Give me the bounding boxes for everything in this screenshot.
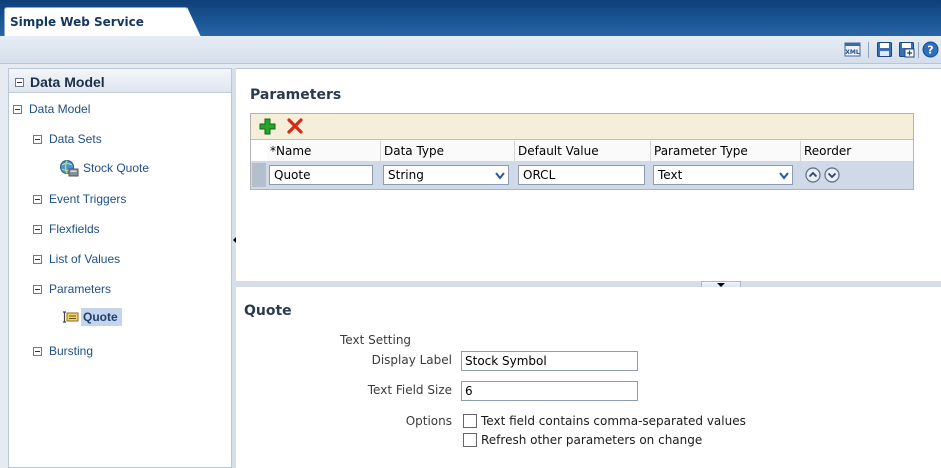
help-icon[interactable]: ? (922, 41, 939, 58)
collapse-icon[interactable] (15, 77, 24, 87)
toolbar-separator (868, 42, 869, 58)
xml-icon[interactable]: XML (844, 41, 861, 58)
comma-separated-checkbox[interactable] (463, 414, 477, 428)
tree-item-label: Flexfields (49, 222, 100, 236)
tree-item-bursting[interactable]: Bursting (33, 344, 93, 358)
text-setting-label: Text Setting (340, 333, 412, 347)
tree-item-data-sets[interactable]: Data Sets (33, 132, 102, 146)
chevron-down-icon (495, 172, 505, 180)
parameters-table: *Name Data Type Default Value Parameter … (250, 113, 914, 190)
collapse-icon[interactable] (33, 254, 42, 264)
tree-item-label: Data Model (29, 102, 91, 116)
refresh-parameters-label: Refresh other parameters on change (481, 433, 703, 447)
tree-item-label: Bursting (49, 344, 94, 358)
collapse-icon[interactable] (33, 134, 42, 144)
text-field-size-label: Text Field Size (367, 383, 452, 397)
move-up-icon[interactable] (805, 167, 821, 183)
collapse-icon[interactable] (33, 224, 42, 234)
add-icon[interactable] (259, 118, 276, 135)
default-value-input[interactable]: ORCL (518, 165, 645, 185)
data-model-panel-header[interactable]: Data Model (9, 69, 231, 93)
parameters-table-toolbar (251, 114, 913, 140)
text-parameter-icon (63, 311, 79, 323)
data-model-panel: Data Model Data Model Data Sets Stock Qu… (8, 68, 232, 468)
parameter-detail-panel: Quote Text Setting Display Label Stock S… (236, 287, 941, 468)
tree-item-label: Event Triggers (49, 192, 127, 206)
detail-title: Quote (244, 303, 292, 319)
toolbar-separator (918, 42, 919, 58)
parameters-title: Parameters (250, 87, 342, 103)
column-header-default-value[interactable]: Default Value (515, 141, 651, 161)
row-handle[interactable] (252, 163, 266, 187)
options-label: Options (405, 414, 452, 428)
refresh-parameters-checkbox[interactable] (463, 433, 477, 447)
tree-item-data-model[interactable]: Data Model (13, 102, 90, 116)
main-toolbar: XML ? (0, 36, 941, 64)
column-header-name[interactable]: *Name (267, 141, 381, 161)
comma-separated-label: Text field contains comma-separated valu… (481, 414, 746, 428)
delete-icon[interactable] (287, 118, 303, 134)
column-header-parameter-type[interactable]: Parameter Type (651, 141, 801, 161)
tree-item-event-triggers[interactable]: Event Triggers (33, 192, 126, 206)
display-label-label: Display Label (371, 353, 452, 367)
tree-item-label: List of Values (49, 252, 121, 266)
panel-header-label: Data Model (30, 74, 105, 90)
chevron-down-icon (779, 172, 789, 180)
save-icon[interactable] (876, 41, 893, 58)
parameter-name-input[interactable]: Quote (269, 165, 373, 185)
tab-label: Simple Web Service (10, 15, 144, 29)
svg-text:?: ? (927, 44, 933, 57)
text-field-size-input[interactable]: 6 (461, 381, 638, 401)
svg-text:XML: XML (845, 49, 860, 56)
title-bar: Simple Web Service (0, 0, 941, 37)
collapse-icon[interactable] (33, 346, 42, 356)
tree-item-list-of-values[interactable]: List of Values (33, 252, 120, 266)
data-type-select[interactable]: String (383, 165, 509, 185)
tree-item-label: Data Sets (49, 132, 102, 146)
column-header-reorder[interactable]: Reorder (801, 141, 913, 161)
tree-item-label-selected: Quote (81, 308, 122, 326)
collapse-icon[interactable] (13, 104, 22, 114)
tree-item-label: Parameters (49, 282, 112, 296)
collapse-icon[interactable] (33, 194, 42, 204)
tree-item-stock-quote[interactable]: Stock Quote (59, 159, 149, 177)
tree-item-quote[interactable]: Quote (61, 308, 122, 326)
web-service-icon (60, 160, 79, 177)
parameters-panel: Parameters *Name Data Type Default Value… (236, 68, 941, 281)
move-down-icon[interactable] (824, 167, 840, 183)
parameter-type-select[interactable]: Text (653, 165, 793, 185)
collapse-icon[interactable] (33, 284, 42, 294)
tree-item-flexfields[interactable]: Flexfields (33, 222, 100, 236)
tree-item-label: Stock Quote (83, 161, 150, 175)
save-as-icon[interactable] (898, 41, 915, 58)
column-header-data-type[interactable]: Data Type (381, 141, 515, 161)
tree-item-parameters[interactable]: Parameters (33, 282, 111, 296)
display-label-input[interactable]: Stock Symbol (461, 351, 638, 371)
tab-simple-web-service[interactable]: Simple Web Service (4, 7, 201, 37)
